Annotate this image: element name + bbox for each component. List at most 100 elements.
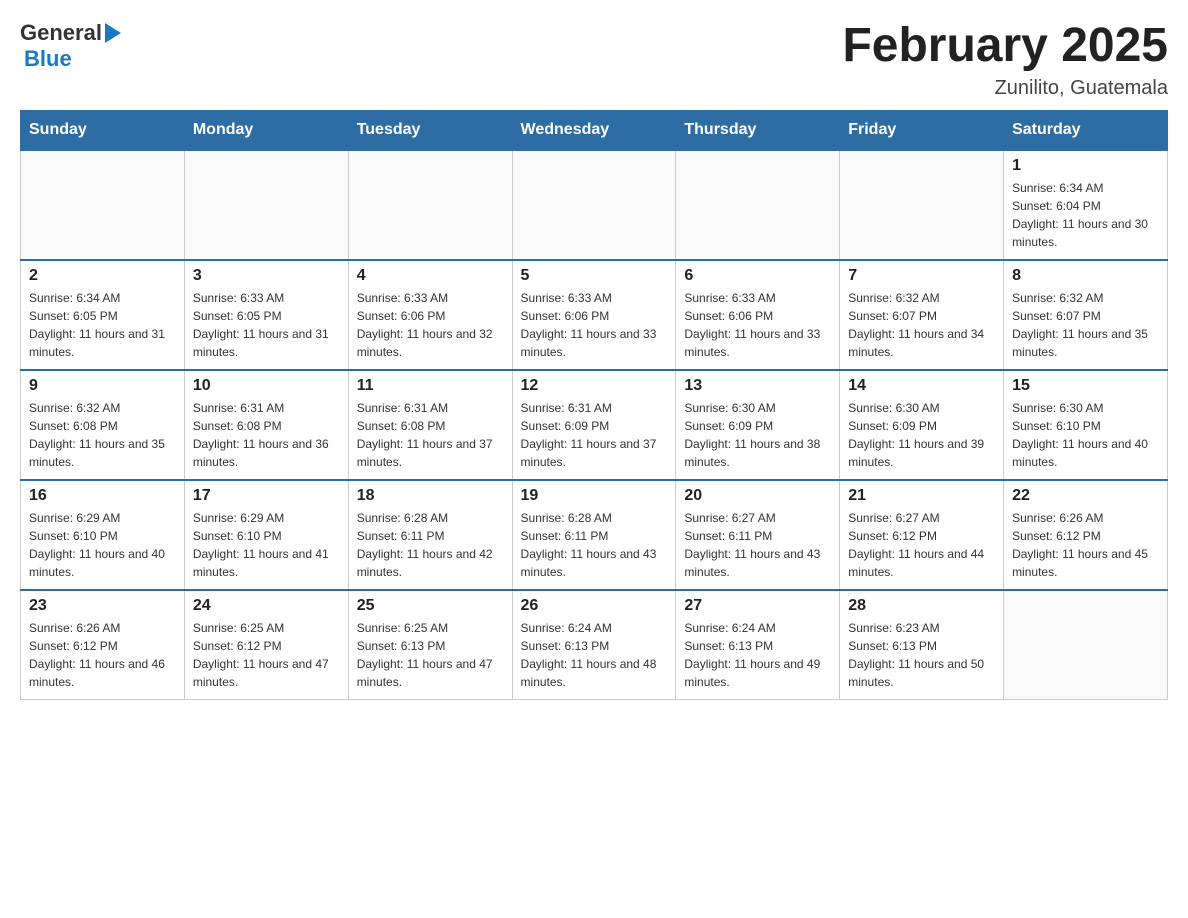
day-number: 8 (1012, 267, 1159, 285)
table-row: 24 Sunrise: 6:25 AMSunset: 6:12 PMDayligh… (184, 590, 348, 700)
day-number: 15 (1012, 377, 1159, 395)
day-info: Sunrise: 6:32 AMSunset: 6:07 PMDaylight:… (848, 289, 995, 361)
calendar-week-row: 16 Sunrise: 6:29 AMSunset: 6:10 PMDayligh… (21, 480, 1168, 590)
day-number: 28 (848, 597, 995, 615)
table-row (184, 150, 348, 260)
table-row: 19 Sunrise: 6:28 AMSunset: 6:11 PMDayligh… (512, 480, 676, 590)
table-row: 16 Sunrise: 6:29 AMSunset: 6:10 PMDayligh… (21, 480, 185, 590)
month-title: February 2025 (842, 20, 1168, 73)
logo-blue-text: Blue (24, 46, 72, 71)
table-row (512, 150, 676, 260)
day-number: 24 (193, 597, 340, 615)
col-friday: Friday (840, 110, 1004, 150)
table-row (348, 150, 512, 260)
table-row: 15Sunrise: 6:30 AMSunset: 6:10 PMDayligh… (1004, 370, 1168, 480)
day-info: Sunrise: 6:26 AMSunset: 6:12 PMDaylight:… (1012, 509, 1159, 581)
calendar-table: Sunday Monday Tuesday Wednesday Thursday… (20, 110, 1168, 701)
calendar-week-row: 1 Sunrise: 6:34 AMSunset: 6:04 PMDaylight… (21, 150, 1168, 260)
day-info: Sunrise: 6:31 AMSunset: 6:08 PMDaylight:… (193, 399, 340, 471)
day-number: 6 (684, 267, 831, 285)
day-info: Sunrise: 6:30 AMSunset: 6:09 PMDaylight:… (684, 399, 831, 471)
day-info: Sunrise: 6:23 AMSunset: 6:13 PMDaylight:… (848, 619, 995, 691)
day-info: Sunrise: 6:27 AMSunset: 6:11 PMDaylight:… (684, 509, 831, 581)
day-number: 9 (29, 377, 176, 395)
table-row: 27 Sunrise: 6:24 AMSunset: 6:13 PMDayligh… (676, 590, 840, 700)
day-number: 17 (193, 487, 340, 505)
day-info: Sunrise: 6:32 AMSunset: 6:07 PMDaylight:… (1012, 289, 1159, 361)
table-row (840, 150, 1004, 260)
day-number: 1 (1012, 157, 1159, 175)
table-row: 21 Sunrise: 6:27 AMSunset: 6:12 PMDayligh… (840, 480, 1004, 590)
table-row: 2Sunrise: 6:34 AMSunset: 6:05 PMDaylight… (21, 260, 185, 370)
table-row: 20 Sunrise: 6:27 AMSunset: 6:11 PMDayligh… (676, 480, 840, 590)
table-row: 17 Sunrise: 6:29 AMSunset: 6:10 PMDayligh… (184, 480, 348, 590)
day-info: Sunrise: 6:33 AMSunset: 6:06 PMDaylight:… (684, 289, 831, 361)
day-number: 12 (521, 377, 668, 395)
day-number: 23 (29, 597, 176, 615)
day-number: 19 (521, 487, 668, 505)
day-number: 14 (848, 377, 995, 395)
day-info: Sunrise: 6:25 AMSunset: 6:13 PMDaylight:… (357, 619, 504, 691)
day-info: Sunrise: 6:33 AMSunset: 6:06 PMDaylight:… (521, 289, 668, 361)
day-number: 5 (521, 267, 668, 285)
table-row: 12 Sunrise: 6:31 AMSunset: 6:09 PMDayligh… (512, 370, 676, 480)
day-info: Sunrise: 6:32 AMSunset: 6:08 PMDaylight:… (29, 399, 176, 471)
table-row: 14 Sunrise: 6:30 AMSunset: 6:09 PMDayligh… (840, 370, 1004, 480)
logo-triangle-icon (105, 23, 121, 43)
table-row: 4 Sunrise: 6:33 AMSunset: 6:06 PMDaylight… (348, 260, 512, 370)
day-number: 13 (684, 377, 831, 395)
calendar-week-row: 23 Sunrise: 6:26 AMSunset: 6:12 PMDayligh… (21, 590, 1168, 700)
table-row: 26Sunrise: 6:24 AMSunset: 6:13 PMDayligh… (512, 590, 676, 700)
title-block: February 2025 Zunilito, Guatemala (842, 20, 1168, 100)
table-row: 1 Sunrise: 6:34 AMSunset: 6:04 PMDaylight… (1004, 150, 1168, 260)
table-row: 11 Sunrise: 6:31 AMSunset: 6:08 PMDayligh… (348, 370, 512, 480)
day-number: 2 (29, 267, 176, 285)
col-saturday: Saturday (1004, 110, 1168, 150)
day-info: Sunrise: 6:25 AMSunset: 6:12 PMDaylight:… (193, 619, 340, 691)
table-row: 23 Sunrise: 6:26 AMSunset: 6:12 PMDayligh… (21, 590, 185, 700)
table-row: 10 Sunrise: 6:31 AMSunset: 6:08 PMDayligh… (184, 370, 348, 480)
day-number: 25 (357, 597, 504, 615)
day-info: Sunrise: 6:29 AMSunset: 6:10 PMDaylight:… (29, 509, 176, 581)
table-row: 28 Sunrise: 6:23 AMSunset: 6:13 PMDayligh… (840, 590, 1004, 700)
day-number: 27 (684, 597, 831, 615)
day-info: Sunrise: 6:27 AMSunset: 6:12 PMDaylight:… (848, 509, 995, 581)
table-row: 9 Sunrise: 6:32 AMSunset: 6:08 PMDaylight… (21, 370, 185, 480)
col-thursday: Thursday (676, 110, 840, 150)
day-info: Sunrise: 6:34 AMSunset: 6:04 PMDaylight:… (1012, 179, 1159, 251)
day-number: 16 (29, 487, 176, 505)
day-number: 10 (193, 377, 340, 395)
table-row: 6 Sunrise: 6:33 AMSunset: 6:06 PMDaylight… (676, 260, 840, 370)
day-info: Sunrise: 6:33 AMSunset: 6:05 PMDaylight:… (193, 289, 340, 361)
day-info: Sunrise: 6:30 AMSunset: 6:09 PMDaylight:… (848, 399, 995, 471)
day-info: Sunrise: 6:31 AMSunset: 6:08 PMDaylight:… (357, 399, 504, 471)
day-info: Sunrise: 6:24 AMSunset: 6:13 PMDaylight:… (521, 619, 668, 691)
table-row: 8 Sunrise: 6:32 AMSunset: 6:07 PMDaylight… (1004, 260, 1168, 370)
calendar-week-row: 9 Sunrise: 6:32 AMSunset: 6:08 PMDaylight… (21, 370, 1168, 480)
table-row: 25 Sunrise: 6:25 AMSunset: 6:13 PMDayligh… (348, 590, 512, 700)
logo: General Blue (20, 20, 121, 72)
day-number: 3 (193, 267, 340, 285)
day-info: Sunrise: 6:26 AMSunset: 6:12 PMDaylight:… (29, 619, 176, 691)
day-number: 21 (848, 487, 995, 505)
table-row: 22 Sunrise: 6:26 AMSunset: 6:12 PMDayligh… (1004, 480, 1168, 590)
day-info: Sunrise: 6:29 AMSunset: 6:10 PMDaylight:… (193, 509, 340, 581)
table-row: 13 Sunrise: 6:30 AMSunset: 6:09 PMDayligh… (676, 370, 840, 480)
day-info: Sunrise: 6:24 AMSunset: 6:13 PMDaylight:… (684, 619, 831, 691)
calendar-week-row: 2Sunrise: 6:34 AMSunset: 6:05 PMDaylight… (21, 260, 1168, 370)
day-info: Sunrise: 6:33 AMSunset: 6:06 PMDaylight:… (357, 289, 504, 361)
col-sunday: Sunday (21, 110, 185, 150)
table-row: 3 Sunrise: 6:33 AMSunset: 6:05 PMDaylight… (184, 260, 348, 370)
day-number: 22 (1012, 487, 1159, 505)
day-info: Sunrise: 6:31 AMSunset: 6:09 PMDaylight:… (521, 399, 668, 471)
table-row (1004, 590, 1168, 700)
table-row: 7Sunrise: 6:32 AMSunset: 6:07 PMDaylight… (840, 260, 1004, 370)
day-number: 11 (357, 377, 504, 395)
day-number: 20 (684, 487, 831, 505)
day-info: Sunrise: 6:28 AMSunset: 6:11 PMDaylight:… (521, 509, 668, 581)
table-row: 5 Sunrise: 6:33 AMSunset: 6:06 PMDaylight… (512, 260, 676, 370)
day-number: 4 (357, 267, 504, 285)
table-row (21, 150, 185, 260)
logo-general-text: General (20, 20, 102, 46)
table-row (676, 150, 840, 260)
